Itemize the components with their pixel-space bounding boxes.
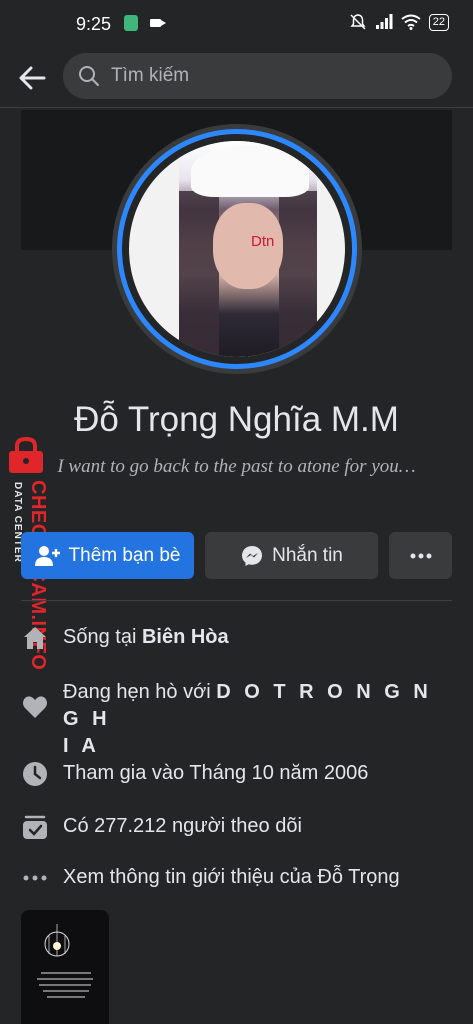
see-about-text: Xem thông tin giới thiệu của Đỗ Trọng [63,866,400,888]
followers-icon [23,815,47,839]
heart-icon [23,696,47,718]
status-indicators: 22 [349,13,449,31]
lamp-image [44,924,70,957]
featured-photo[interactable] [21,910,109,1024]
signal-icon [375,14,393,29]
profile-picture: Dtn [129,141,345,357]
lock-icon [9,436,43,473]
profile-bio: I want to go back to the past to atone f… [57,456,416,477]
avatar[interactable]: Dtn [112,124,362,374]
back-arrow-icon [19,66,46,90]
more-dots-icon [410,553,431,558]
search-icon [79,66,99,86]
add-person-icon [34,545,60,566]
joined-text: Tham gia vào Tháng 10 năm 2006 [63,762,369,784]
search-box[interactable] [63,53,452,99]
video-notification-icon [150,19,166,27]
search-input[interactable] [111,53,431,99]
more-options-button[interactable] [389,532,452,579]
clock-icon [23,762,47,786]
action-row: Thêm bạn bè Nhắn tin [21,532,452,579]
messenger-icon [242,545,263,566]
lives-prefix: Sống tại [63,626,142,648]
app-notification-icon [124,15,138,31]
message-button[interactable]: Nhắn tin [205,532,378,579]
dating-prefix: Đang hẹn hò với [63,681,217,703]
add-friend-label: Thêm bạn bè [68,544,181,566]
status-time: 9:25 [76,14,112,34]
lives-city: Biên Hòa [141,626,229,648]
avatar-text-tag: Dtn [251,233,275,250]
wifi-icon [401,14,421,30]
message-label: Nhắn tin [272,544,343,566]
bell-muted-icon [350,14,366,30]
home-icon [24,627,46,649]
avatar-story-ring: Dtn [117,129,357,369]
dating-name-line2: I A [63,735,100,757]
section-divider [21,600,452,601]
profile-name: Đỗ Trọng Nghĩa M.M [74,400,399,439]
battery-indicator: 22 [428,13,449,31]
back-button[interactable] [14,60,50,96]
status-bar: 9:25 22 [0,0,473,50]
top-bar [0,50,473,108]
dots-icon [23,875,47,881]
followers-text: Có 277.212 người theo dõi [63,815,302,837]
add-friend-button[interactable]: Thêm bạn bè [21,532,194,579]
